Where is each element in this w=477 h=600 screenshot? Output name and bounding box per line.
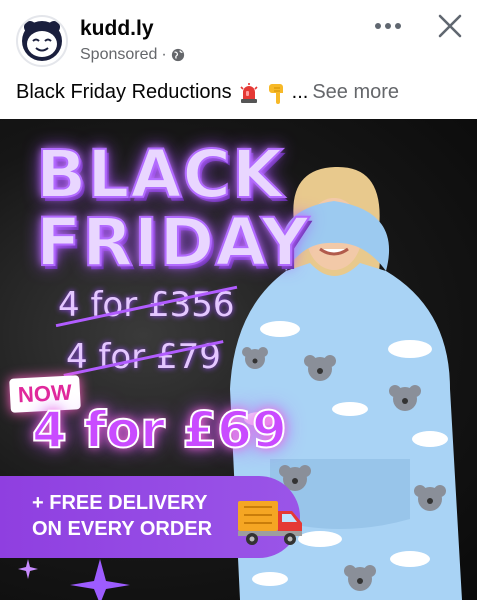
new-price: 4 for £69 bbox=[31, 400, 288, 460]
sparkle-icon bbox=[70, 559, 130, 600]
sponsored-label: Sponsored bbox=[80, 46, 158, 63]
black-friday-title: BLACK FRIDAY bbox=[35, 136, 310, 281]
delivery-truck-icon bbox=[238, 501, 302, 545]
siren-emoji bbox=[240, 82, 258, 103]
old-price-2: 4 for £79 bbox=[63, 337, 224, 377]
more-options-button[interactable] bbox=[372, 12, 404, 40]
pointing-down-emoji bbox=[268, 83, 283, 104]
more-options-icon bbox=[375, 23, 401, 29]
sponsored-row: Sponsored · bbox=[80, 46, 185, 64]
close-icon bbox=[438, 14, 462, 38]
caption-text: Black Friday Reductions bbox=[16, 81, 232, 103]
page-avatar[interactable] bbox=[16, 15, 68, 67]
see-more-link[interactable]: See more bbox=[312, 81, 399, 104]
post-caption: Black Friday Reductions ... See more bbox=[16, 81, 399, 104]
caption-ellipsis: ... bbox=[291, 81, 309, 103]
close-button[interactable] bbox=[434, 10, 466, 42]
delivery-line-1: + FREE DELIVERY bbox=[32, 492, 208, 514]
delivery-line-2: ON EVERY ORDER bbox=[32, 518, 213, 540]
title-line-friday: FRIDAY bbox=[35, 204, 310, 281]
ad-image[interactable]: BLACK FRIDAY 4 for £356 4 for £79 NOW 4 … bbox=[0, 119, 477, 600]
separator-dot: · bbox=[161, 46, 167, 63]
post-header: kudd.ly Sponsored · bbox=[0, 0, 477, 76]
sparkle-icon bbox=[18, 559, 38, 579]
page-name[interactable]: kudd.ly bbox=[80, 17, 154, 41]
title-line-black: BLACK bbox=[35, 136, 285, 213]
old-price-1: 4 for £356 bbox=[55, 285, 237, 328]
kuddly-logo-icon bbox=[22, 21, 62, 61]
globe-icon bbox=[171, 48, 184, 62]
